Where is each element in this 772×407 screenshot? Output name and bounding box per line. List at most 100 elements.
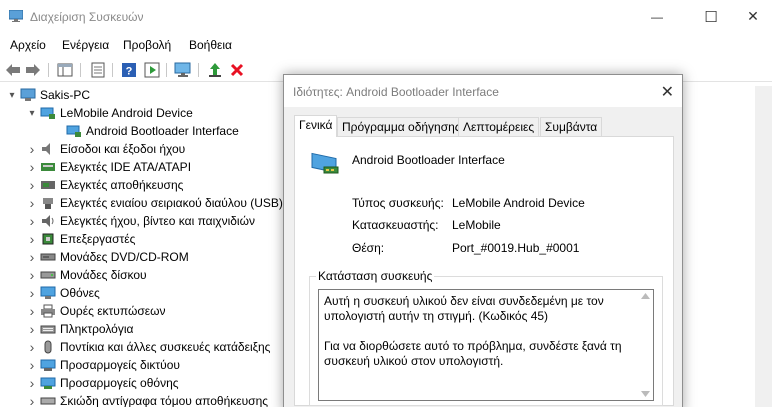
- menu-view[interactable]: Προβολή: [123, 38, 171, 52]
- update-driver-icon: [209, 63, 221, 77]
- chevron-right-icon[interactable]: ›: [26, 284, 38, 302]
- show-hide-console-tree-button[interactable]: [56, 61, 74, 79]
- tree-item[interactable]: › Πληκτρολόγια: [26, 320, 134, 338]
- tab-details[interactable]: Λεπτομέρειες: [458, 117, 540, 136]
- vertical-scrollbar[interactable]: [755, 86, 772, 407]
- chevron-right-icon[interactable]: ›: [26, 248, 38, 266]
- properties-icon: [91, 62, 105, 78]
- tree-root[interactable]: ▾ Sakis-PC: [6, 86, 90, 104]
- scan-hardware-button[interactable]: [174, 61, 192, 79]
- tree-item[interactable]: › Προσαρμογείς οθόνης: [26, 374, 179, 392]
- display-adapter-icon: [40, 376, 56, 390]
- forward-arrow-icon: [26, 64, 40, 76]
- help-button[interactable]: ?: [120, 61, 138, 79]
- device-tree: ▾ Sakis-PC ▾ LeMobile Android Device Andro…: [0, 86, 290, 407]
- tree-item[interactable]: Android Bootloader Interface: [64, 122, 239, 140]
- close-button[interactable]: ✕: [730, 0, 772, 33]
- tree-item[interactable]: › Οθόνες: [26, 284, 100, 302]
- tree-item[interactable]: › Προσαρμογείς δικτύου: [26, 356, 180, 374]
- tree-item-label: Android Bootloader Interface: [86, 124, 239, 138]
- tree-item-label: Προσαρμογείς δικτύου: [60, 358, 180, 372]
- help-icon: ?: [122, 63, 136, 78]
- chevron-right-icon[interactable]: ›: [26, 194, 38, 212]
- tree-item[interactable]: › Ελεγκτές IDE ATA/ATAPI: [26, 158, 191, 176]
- properties-dialog: Ιδιότητες: Android Bootloader Interface …: [283, 74, 683, 407]
- maximize-button[interactable]: ☐: [688, 0, 734, 33]
- tree-item[interactable]: › Ουρές εκτυπώσεων: [26, 302, 166, 320]
- general-tab-panel: Android Bootloader Interface Τύπος συσκε…: [294, 136, 674, 406]
- console-tree-icon: [57, 63, 73, 77]
- dialog-title: Ιδιότητες: Android Bootloader Interface: [293, 85, 499, 99]
- chevron-right-icon[interactable]: ›: [26, 338, 38, 356]
- location-value: Port_#0019.Hub_#0001: [452, 241, 580, 255]
- status-scrollbar[interactable]: [638, 290, 653, 400]
- tree-item-label: Μονάδες δίσκου: [60, 268, 147, 282]
- tree-root-label: Sakis-PC: [40, 88, 91, 102]
- title-bar: Διαχείριση Συσκευών — ☐ ✕: [0, 0, 772, 33]
- minimize-button[interactable]: —: [634, 0, 680, 33]
- tab-driver[interactable]: Πρόγραμμα οδήγησης: [337, 117, 466, 136]
- device-status-group: Κατάσταση συσκευής Αυτή η συσκευή υλικού…: [309, 269, 663, 406]
- tree-item[interactable]: › Επεξεργαστές: [26, 230, 136, 248]
- scroll-up-icon[interactable]: [641, 293, 650, 299]
- status-line: Για να διορθώσετε αυτό το πρόβλημα, συνδ…: [324, 339, 622, 353]
- update-driver-button[interactable]: [206, 61, 224, 79]
- chevron-right-icon[interactable]: ›: [26, 266, 38, 284]
- tree-item-label: Ελεγκτές ήχου, βίντεο και παιχνιδιών: [60, 214, 255, 228]
- tree-item[interactable]: › Μονάδες δίσκου: [26, 266, 147, 284]
- device-type-label: Τύπος συσκευής:: [352, 196, 444, 210]
- tree-item-label: Πληκτρολόγια: [60, 322, 134, 336]
- window-title: Διαχείριση Συσκευών: [30, 10, 144, 24]
- menu-file[interactable]: Αρχείο: [10, 38, 46, 52]
- tree-item[interactable]: › Ποντίκια και άλλες συσκευές κατάδειξης: [26, 338, 271, 356]
- mouse-icon: [40, 340, 56, 354]
- device-manager-icon: [9, 10, 23, 22]
- back-button[interactable]: [4, 61, 22, 79]
- tree-item-label: Σκιώδη αντίγραφα τόμου αποθήκευσης: [60, 394, 269, 407]
- dialog-close-button[interactable]: ✕: [661, 82, 674, 102]
- dvd-icon: [40, 250, 56, 264]
- chevron-right-icon[interactable]: ›: [26, 302, 38, 320]
- tree-item[interactable]: › Μονάδες DVD/CD-ROM: [26, 248, 189, 266]
- status-line: Αυτή η συσκευή υλικού δεν είναι συνδεδεμ…: [324, 294, 604, 308]
- manufacturer-label: Κατασκευαστής:: [352, 218, 439, 232]
- tab-general[interactable]: Γενικά: [294, 115, 338, 137]
- tree-item[interactable]: › Ελεγκτές ενιαίου σειριακού διαύλου (USB…: [26, 194, 283, 212]
- tree-item-label: Επεξεργαστές: [60, 232, 136, 246]
- ide-controller-icon: [40, 160, 56, 174]
- chevron-right-icon[interactable]: ›: [26, 158, 38, 176]
- uninstall-device-button[interactable]: [228, 61, 246, 79]
- chevron-right-icon[interactable]: ›: [26, 176, 38, 194]
- chevron-right-icon[interactable]: ›: [26, 140, 38, 158]
- tree-item[interactable]: › Ελεγκτές ήχου, βίντεο και παιχνιδιών: [26, 212, 255, 230]
- tree-item-label: LeMobile Android Device: [60, 106, 193, 120]
- scroll-down-icon[interactable]: [641, 391, 650, 397]
- tree-item[interactable]: › Σκιώδη αντίγραφα τόμου αποθήκευσης: [26, 392, 268, 407]
- tree-item-label: Ουρές εκτυπώσεων: [60, 304, 166, 318]
- properties-button[interactable]: [89, 61, 107, 79]
- device-status-textbox[interactable]: Αυτή η συσκευή υλικού δεν είναι συνδεδεμ…: [318, 289, 654, 401]
- chevron-right-icon[interactable]: ›: [26, 230, 38, 248]
- tree-item[interactable]: › Ελεγκτές αποθήκευσης: [26, 176, 184, 194]
- chevron-right-icon[interactable]: ›: [26, 320, 38, 338]
- status-line: [324, 324, 648, 339]
- volume-icon: [40, 394, 56, 407]
- menu-action[interactable]: Ενέργεια: [62, 38, 109, 52]
- chevron-right-icon[interactable]: ›: [26, 356, 38, 374]
- action-pane-button[interactable]: [143, 61, 161, 79]
- run-icon: [144, 62, 160, 78]
- status-line: υπολογιστή αυτήν τη στιγμή. (Κωδικός 45): [324, 309, 549, 323]
- chevron-down-icon[interactable]: ▾: [26, 104, 38, 122]
- delete-x-icon: [230, 63, 244, 77]
- interface-icon: [66, 124, 82, 138]
- chevron-right-icon[interactable]: ›: [26, 374, 38, 392]
- tree-item-label: Μονάδες DVD/CD-ROM: [60, 250, 189, 264]
- chevron-right-icon[interactable]: ›: [26, 392, 38, 407]
- chevron-down-icon[interactable]: ▾: [6, 86, 18, 104]
- forward-button[interactable]: [24, 61, 42, 79]
- tab-events[interactable]: Συμβάντα: [540, 117, 603, 136]
- chevron-right-icon[interactable]: ›: [26, 212, 38, 230]
- tree-item[interactable]: ▾ LeMobile Android Device: [26, 104, 193, 122]
- menu-help[interactable]: Βοήθεια: [189, 38, 232, 52]
- tree-item[interactable]: › Είσοδοι και έξοδοι ήχου: [26, 140, 186, 158]
